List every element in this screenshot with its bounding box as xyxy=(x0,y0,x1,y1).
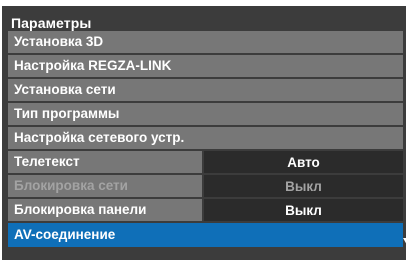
menu-item-teletext[interactable]: Телетекст Авто xyxy=(8,151,403,173)
menu-item-label: Установка 3D xyxy=(14,34,104,49)
menu-item-label: Настройка REGZA-LINK xyxy=(14,58,172,73)
menu-item-label: AV-соединение xyxy=(14,227,116,242)
menu-item-label: Установка сети xyxy=(14,82,116,97)
menu-item-teletext-label-cell: Телетекст xyxy=(8,151,202,173)
menu-item-panel-lock-label-cell: Блокировка панели xyxy=(8,199,202,221)
menu-item-network-device-setup[interactable]: Настройка сетевого устр. xyxy=(8,127,403,149)
teletext-value-selector[interactable]: Авто xyxy=(204,151,403,173)
parameters-menu-list: Установка 3D Настройка REGZA-LINK Устано… xyxy=(8,31,403,249)
menu-item-3d-setup[interactable]: Установка 3D xyxy=(8,31,403,53)
menu-item-label: Телетекст xyxy=(14,154,80,169)
menu-item-label: Блокировка панели xyxy=(14,202,147,217)
menu-item-network-lock-label-cell: Блокировка сети xyxy=(8,175,202,197)
menu-item-panel-lock[interactable]: Блокировка панели Выкл xyxy=(8,199,403,221)
menu-item-network-lock: Блокировка сети Выкл xyxy=(8,175,403,197)
menu-item-program-type[interactable]: Тип программы xyxy=(8,103,403,125)
network-lock-value-selector: Выкл xyxy=(204,175,403,197)
menu-item-regza-link-setup[interactable]: Настройка REGZA-LINK xyxy=(8,55,403,77)
menu-item-av-connection[interactable]: AV-соединение xyxy=(8,223,403,247)
menu-item-label: Блокировка сети xyxy=(14,178,128,193)
panel-lock-value: Выкл xyxy=(285,202,322,218)
menu-title: Параметры xyxy=(11,15,92,31)
menu-item-label: Тип программы xyxy=(14,106,120,121)
teletext-value: Авто xyxy=(287,154,320,170)
network-lock-value: Выкл xyxy=(285,178,322,194)
tv-osd-screen: Параметры Установка 3D Настройка REGZA-L… xyxy=(0,0,411,260)
menu-item-label: Настройка сетевого устр. xyxy=(14,130,185,145)
panel-lock-value-selector[interactable]: Выкл xyxy=(204,199,403,221)
chevron-down-icon[interactable] xyxy=(403,238,411,245)
menu-item-network-setup[interactable]: Установка сети xyxy=(8,79,403,101)
